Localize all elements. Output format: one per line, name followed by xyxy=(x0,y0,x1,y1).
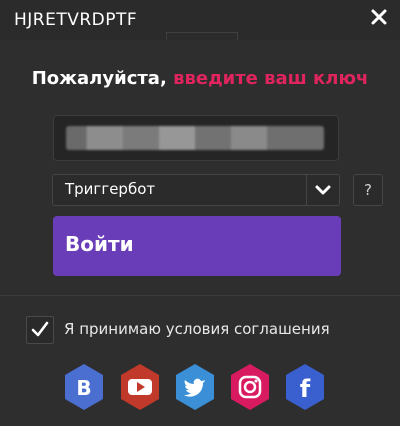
youtube-icon[interactable] xyxy=(118,362,162,412)
heading-prefix: Пожалуйста, xyxy=(31,68,167,89)
facebook-letter: f xyxy=(300,375,311,403)
instagram-icon[interactable] xyxy=(228,362,272,412)
mode-select[interactable]: Триггербот xyxy=(52,174,340,206)
terms-label: Я принимаю условия соглашения xyxy=(64,320,330,338)
vk-icon[interactable]: B xyxy=(62,362,106,412)
twitter-icon[interactable] xyxy=(173,362,217,412)
select-divider xyxy=(306,175,307,205)
login-button[interactable]: Войти xyxy=(53,216,341,276)
divider xyxy=(0,295,400,296)
window-title: HJRETVRDPTF xyxy=(14,10,138,30)
login-button-label: Войти xyxy=(65,232,134,256)
mode-select-value: Триггербот xyxy=(65,180,156,198)
heading-accent: введите ваш ключ xyxy=(173,68,369,89)
vk-letter: B xyxy=(76,376,91,400)
obscured-key-value xyxy=(66,126,324,150)
facebook-icon[interactable]: f xyxy=(283,362,327,412)
help-button[interactable]: ? xyxy=(353,174,383,206)
terms-checkbox[interactable] xyxy=(26,316,54,344)
chevron-down-icon[interactable] xyxy=(315,183,331,197)
close-icon[interactable] xyxy=(368,6,390,28)
checkmark-icon xyxy=(31,321,49,337)
key-input[interactable] xyxy=(53,115,339,161)
page-heading: Пожалуйста, введите ваш ключ xyxy=(0,68,400,89)
title-bar: HJRETVRDPTF xyxy=(0,0,400,41)
